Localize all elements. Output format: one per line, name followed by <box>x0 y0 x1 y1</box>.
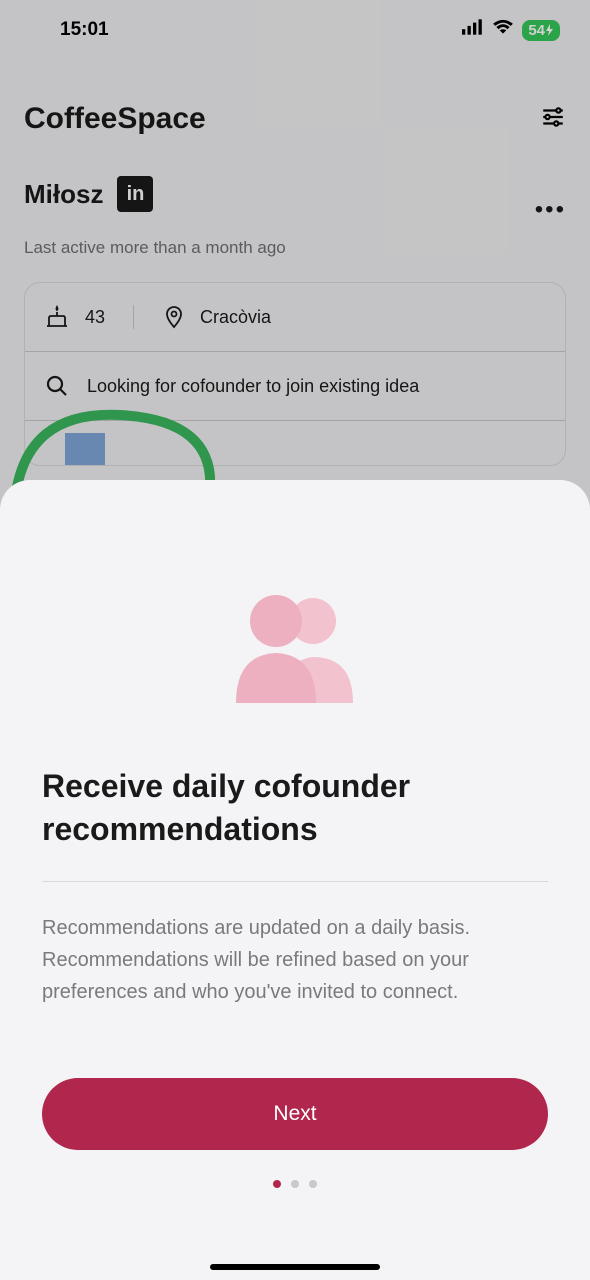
home-indicator[interactable] <box>210 1264 380 1270</box>
page-dots <box>0 1180 590 1188</box>
people-icon <box>0 585 590 705</box>
page-dot-2[interactable] <box>291 1180 299 1188</box>
modal-title: Receive daily cofounder recommendations <box>42 765 548 851</box>
page-dot-3[interactable] <box>309 1180 317 1188</box>
modal-divider <box>42 881 548 882</box>
page-dot-1[interactable] <box>273 1180 281 1188</box>
modal-sheet: Receive daily cofounder recommendations … <box>0 480 590 1280</box>
modal-content: Receive daily cofounder recommendations … <box>0 765 590 1008</box>
modal-body: Recommendations are updated on a daily b… <box>42 912 548 1008</box>
next-button[interactable]: Next <box>42 1078 548 1150</box>
